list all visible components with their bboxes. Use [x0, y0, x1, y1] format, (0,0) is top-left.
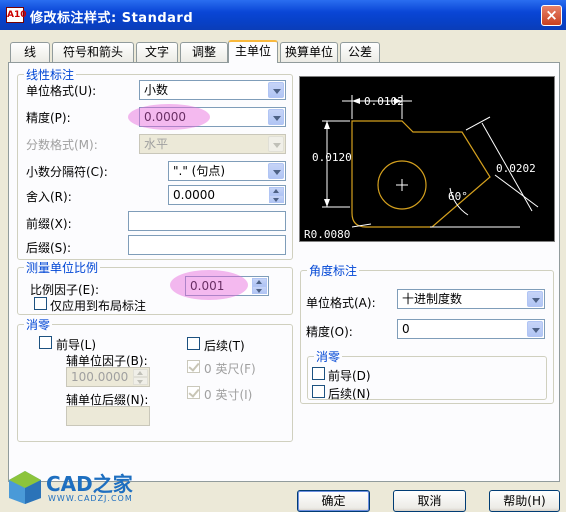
inches-zero-checkbox[interactable] — [187, 386, 200, 399]
fraction-format-select[interactable]: 水平 — [139, 134, 286, 154]
cadzj-watermark: CAD之家 WWW.CADZJ.COM — [6, 468, 146, 508]
chevron-down-icon[interactable] — [527, 291, 543, 307]
angular-leading-zero-checkbox[interactable] — [312, 367, 325, 380]
dimension-preview: 0.0102 0.0120 0.0202 60° R0.0080 — [299, 76, 555, 242]
dim-text-angle: 60° — [448, 190, 468, 203]
ext-line — [494, 174, 539, 208]
feet-zero-checkbox[interactable] — [187, 360, 200, 373]
prefix-label: 前缀(X): — [26, 217, 72, 231]
dim-text-left: 0.0120 — [312, 151, 352, 164]
suffix-input[interactable] — [128, 235, 286, 255]
arrowhead — [352, 98, 360, 104]
title-bar: A10 修改标注样式: Standard × — [0, 0, 566, 30]
spin-up-icon[interactable] — [252, 278, 267, 286]
chevron-down-icon[interactable] — [268, 109, 284, 125]
spin-down-icon — [133, 377, 148, 385]
highlight-scale-factor — [170, 270, 248, 300]
angular-precision-label: 精度(O): — [306, 325, 353, 339]
tab-primary-units[interactable]: 主单位 — [228, 40, 278, 63]
angular-trailing-zero-checkbox[interactable] — [312, 385, 325, 398]
decimal-separator-label: 小数分隔符(C): — [26, 165, 108, 179]
linear-dimensions-legend: 线性标注 — [26, 68, 75, 82]
preview-part-outline — [351, 120, 491, 228]
arrowhead — [324, 121, 330, 129]
suffix-label: 后缀(S): — [26, 241, 72, 255]
autocad-app-icon: A10 — [6, 7, 27, 23]
chevron-down-icon — [268, 136, 284, 152]
trailing-zero-checkbox[interactable] — [187, 337, 200, 350]
chevron-down-icon[interactable] — [527, 321, 543, 337]
layout-only-label: 仅应用到布局标注 — [50, 299, 147, 313]
cancel-button[interactable]: 取消 — [393, 490, 466, 512]
round-off-spinner[interactable] — [269, 187, 284, 203]
spin-up-icon[interactable] — [269, 187, 284, 195]
tab-lines[interactable]: 线 — [10, 42, 50, 62]
dim-text-radius: R0.0080 — [304, 228, 350, 241]
angular-leading-zero-label: 前导(D) — [328, 369, 371, 383]
sub-unit-factor-stepper[interactable]: 100.0000 — [66, 367, 150, 387]
close-button[interactable]: × — [541, 5, 562, 26]
round-off-stepper[interactable]: 0.0000 — [168, 185, 286, 205]
tab-text[interactable]: 文字 — [136, 42, 178, 62]
angular-precision-value: 0 — [402, 322, 410, 336]
angular-trailing-zero-label: 后续(N) — [328, 387, 371, 401]
measurement-scale-legend: 测量单位比例 — [26, 261, 99, 275]
spin-up-icon — [133, 369, 148, 377]
round-off-value: 0.0000 — [173, 188, 215, 202]
leading-zero-checkbox[interactable] — [39, 336, 52, 349]
arrowhead — [324, 199, 330, 207]
scale-factor-spinner[interactable] — [252, 278, 267, 294]
unit-format-value: 小数 — [144, 83, 169, 97]
inches-zero-label: 0 英寸(I) — [204, 388, 253, 402]
prefix-input[interactable] — [128, 211, 286, 231]
angular-unit-format-value: 十进制度数 — [402, 292, 463, 306]
trailing-zero-label: 后续(T) — [204, 339, 245, 353]
tab-symbols-arrows[interactable]: 符号和箭头 — [52, 42, 134, 62]
angular-dimensions-legend: 角度标注 — [309, 264, 358, 278]
tab-fit[interactable]: 调整 — [180, 42, 228, 62]
leading-zero-label: 前导(L) — [56, 338, 97, 352]
spin-down-icon[interactable] — [269, 195, 284, 203]
fraction-format-label: 分数格式(M): — [26, 138, 98, 152]
unit-format-label: 单位格式(U): — [26, 84, 97, 98]
ok-button[interactable]: 确定 — [297, 490, 370, 512]
chevron-down-icon[interactable] — [268, 82, 284, 98]
sub-unit-factor-spinner — [133, 369, 148, 385]
dim-text-top: 0.0102 — [364, 95, 404, 108]
zero-suppression-legend: 消零 — [26, 318, 51, 332]
decimal-separator-value: "." (句点) — [173, 164, 226, 178]
spin-down-icon[interactable] — [252, 286, 267, 294]
angular-zero-suppression-legend: 消零 — [316, 350, 341, 364]
layout-only-checkbox[interactable] — [34, 297, 47, 310]
angular-precision-select[interactable]: 0 — [397, 319, 545, 339]
highlight-precision — [128, 104, 210, 130]
sub-unit-factor-value: 100.0000 — [71, 370, 129, 384]
zero-suppression-group: 消零 — [17, 316, 293, 442]
angular-unit-format-select[interactable]: 十进制度数 — [397, 289, 545, 309]
chevron-down-icon[interactable] — [268, 163, 284, 179]
scale-factor-label: 比例因子(E): — [30, 283, 99, 297]
window-title: 修改标注样式: Standard — [30, 11, 194, 26]
precision-label: 精度(P): — [26, 111, 71, 125]
ext-line — [465, 116, 491, 131]
help-button[interactable]: 帮助(H) — [489, 490, 560, 512]
feet-zero-label: 0 英尺(F) — [204, 362, 256, 376]
round-off-label: 舍入(R): — [26, 190, 72, 204]
unit-format-select[interactable]: 小数 — [139, 80, 286, 100]
tab-alternate-units[interactable]: 换算单位 — [280, 42, 338, 62]
cadzj-logo-icon — [9, 471, 41, 504]
dim-text-right: 0.0202 — [496, 162, 536, 175]
angular-unit-format-label: 单位格式(A): — [306, 296, 376, 310]
preview-drawing: 0.0102 0.0120 0.0202 60° R0.0080 — [304, 95, 539, 241]
decimal-separator-select[interactable]: "." (句点) — [168, 161, 286, 181]
sub-unit-suffix-input[interactable] — [66, 406, 150, 426]
fraction-format-value: 水平 — [144, 137, 169, 151]
tab-tolerances[interactable]: 公差 — [340, 42, 380, 62]
cadzj-brand: CAD之家 — [46, 472, 133, 496]
cadzj-url: WWW.CADZJ.COM — [48, 494, 133, 503]
